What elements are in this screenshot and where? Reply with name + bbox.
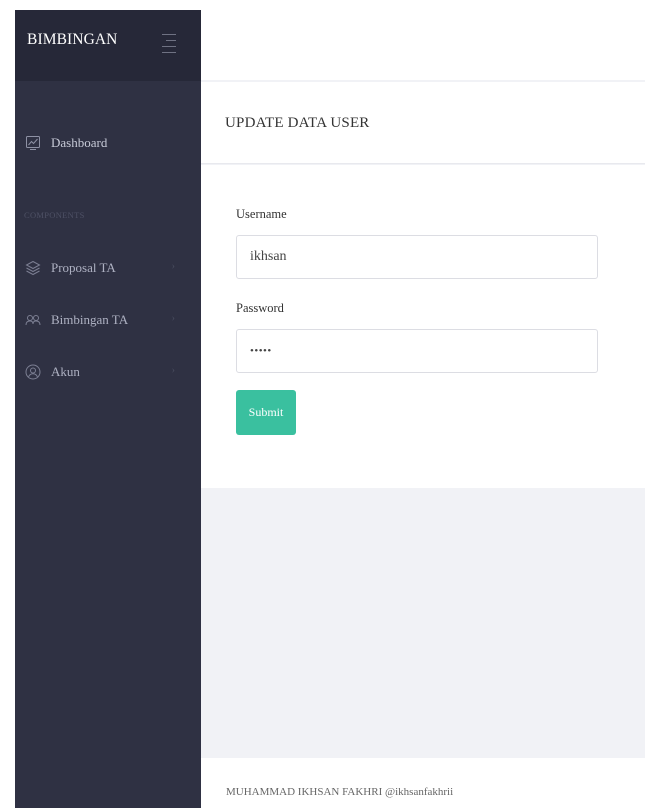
chart-icon: [24, 134, 42, 152]
sidebar-item-proposal-ta[interactable]: Proposal TA ›: [15, 256, 201, 280]
section-label: COMPONENTS: [24, 210, 85, 220]
users-icon: [24, 311, 42, 329]
page-title: UPDATE DATA USER: [225, 115, 370, 131]
layers-icon: [24, 259, 42, 277]
footer-credit: MUHAMMAD IKHSAN FAKHRI @ikhsanfakhrii: [226, 786, 454, 798]
sidebar: BIMBINGAN Dashboard COMPONENTS Proposal …: [15, 10, 201, 808]
sidebar-item-dashboard[interactable]: Dashboard: [15, 131, 201, 155]
sidebar-item-label: Dashboard: [51, 135, 108, 150]
update-user-form: Username ikhsan Password ••••• Submit: [201, 165, 645, 488]
chevron-right-icon: ›: [171, 261, 175, 272]
password-label: Password: [236, 301, 284, 315]
card-header: UPDATE DATA USER: [201, 82, 645, 164]
sidebar-item-label: Proposal TA: [51, 260, 116, 275]
chevron-right-icon: ›: [171, 313, 175, 324]
password-input[interactable]: •••••: [236, 329, 598, 373]
submit-button[interactable]: Submit: [236, 390, 296, 435]
brand-title[interactable]: BIMBINGAN: [27, 31, 117, 49]
sidebar-item-label: Akun: [51, 364, 80, 379]
chevron-right-icon: ›: [171, 365, 175, 376]
sidebar-item-akun[interactable]: Akun ›: [15, 360, 201, 384]
username-input[interactable]: ikhsan: [236, 235, 598, 279]
user-circle-icon: [24, 363, 42, 381]
sidebar-brand: BIMBINGAN: [15, 10, 201, 81]
sidebar-item-bimbingan-ta[interactable]: Bimbingan TA ›: [15, 308, 201, 332]
sidebar-item-label: Bimbingan TA: [51, 312, 129, 327]
footer: MUHAMMAD IKHSAN FAKHRI @ikhsanfakhrii: [201, 758, 645, 808]
username-label: Username: [236, 207, 287, 221]
hamburger-menu-icon[interactable]: [162, 32, 176, 53]
